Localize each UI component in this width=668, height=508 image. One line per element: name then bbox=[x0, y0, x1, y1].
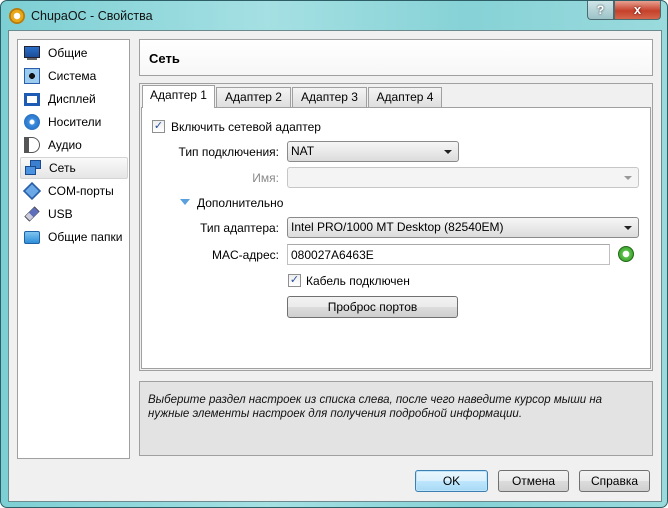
cable-connected-label: Кабель подключен bbox=[306, 274, 410, 288]
sidebar-item-system[interactable]: Система bbox=[20, 65, 128, 87]
chevron-down-icon bbox=[624, 226, 632, 230]
mac-input[interactable] bbox=[287, 244, 610, 265]
chevron-down-icon bbox=[624, 176, 632, 180]
attached-to-select[interactable]: NAT bbox=[287, 141, 459, 162]
enable-adapter-label: Включить сетевой адаптер bbox=[171, 120, 321, 134]
folder-icon bbox=[24, 230, 40, 244]
sidebar-item-label: Носители bbox=[48, 115, 102, 129]
sidebar-item-storage[interactable]: Носители bbox=[20, 111, 128, 133]
settings-sidebar: Общие Система Дисплей Носители Аудио Сет… bbox=[17, 39, 130, 459]
ok-button[interactable]: OK bbox=[415, 470, 488, 492]
tab-adapter-2[interactable]: Адаптер 2 bbox=[216, 87, 291, 107]
refresh-mac-icon[interactable] bbox=[618, 246, 634, 262]
expand-triangle-icon[interactable] bbox=[180, 199, 190, 205]
sidebar-item-shared-folders[interactable]: Общие папки bbox=[20, 226, 128, 248]
adapter-type-select[interactable]: Intel PRO/1000 MT Desktop (82540EM) bbox=[287, 217, 639, 238]
name-label: Имя: bbox=[252, 171, 279, 185]
sidebar-item-label: Общие bbox=[48, 46, 88, 60]
dialog-window: ChupaOC - Свойства ? x Общие Система Дис… bbox=[0, 0, 668, 508]
sidebar-item-network[interactable]: Сеть bbox=[20, 157, 128, 179]
port-forwarding-button[interactable]: Проброс портов bbox=[287, 296, 458, 318]
window-title: ChupaOC - Свойства bbox=[31, 9, 153, 23]
advanced-toggle[interactable]: Дополнительно bbox=[197, 196, 283, 210]
tab-adapter-1[interactable]: Адаптер 1 bbox=[142, 85, 215, 108]
display-icon bbox=[24, 92, 40, 106]
info-text: Выберите раздел настроек из списка слева… bbox=[139, 381, 653, 456]
app-gear-icon bbox=[9, 8, 25, 24]
attached-to-value: NAT bbox=[291, 144, 315, 158]
close-button[interactable]: x bbox=[614, 1, 661, 20]
cancel-button[interactable]: Отмена bbox=[498, 470, 569, 492]
sidebar-item-usb[interactable]: USB bbox=[20, 203, 128, 225]
help-button[interactable]: Справка bbox=[579, 470, 650, 492]
sidebar-item-audio[interactable]: Аудио bbox=[20, 134, 128, 156]
sidebar-item-serial[interactable]: COM-порты bbox=[20, 180, 128, 202]
sidebar-item-label: Сеть bbox=[49, 161, 76, 175]
sidebar-item-label: Система bbox=[48, 69, 97, 83]
enable-adapter-checkbox[interactable]: ✓ bbox=[152, 120, 165, 133]
sidebar-item-label: Аудио bbox=[48, 138, 82, 152]
adapter-type-label: Тип адаптера: bbox=[200, 221, 279, 235]
sidebar-item-label: Общие папки bbox=[48, 230, 123, 244]
speaker-icon bbox=[24, 137, 40, 153]
adapter-type-value: Intel PRO/1000 MT Desktop (82540EM) bbox=[291, 220, 504, 234]
disk-icon bbox=[24, 114, 40, 130]
chip-icon bbox=[24, 68, 40, 84]
sidebar-item-label: Дисплей bbox=[48, 92, 96, 106]
monitor-general-icon bbox=[24, 45, 40, 58]
help-title-button[interactable]: ? bbox=[587, 1, 614, 20]
sidebar-item-label: USB bbox=[48, 207, 73, 221]
network-icon bbox=[25, 160, 41, 176]
attached-to-label: Тип подключения: bbox=[178, 145, 279, 159]
usb-icon bbox=[24, 206, 40, 222]
sidebar-item-general[interactable]: Общие bbox=[20, 42, 128, 64]
sidebar-item-display[interactable]: Дисплей bbox=[20, 88, 128, 110]
name-select[interactable] bbox=[287, 167, 639, 188]
sidebar-item-label: COM-порты bbox=[48, 184, 114, 198]
cable-connected-checkbox[interactable]: ✓ bbox=[288, 274, 301, 287]
tab-adapter-4[interactable]: Адаптер 4 bbox=[368, 87, 442, 107]
tab-adapter-3[interactable]: Адаптер 3 bbox=[292, 87, 367, 107]
chevron-down-icon bbox=[444, 150, 452, 154]
mac-label: MAC-адрес: bbox=[211, 248, 279, 262]
serial-port-icon bbox=[22, 181, 42, 201]
page-title: Сеть bbox=[139, 39, 653, 76]
